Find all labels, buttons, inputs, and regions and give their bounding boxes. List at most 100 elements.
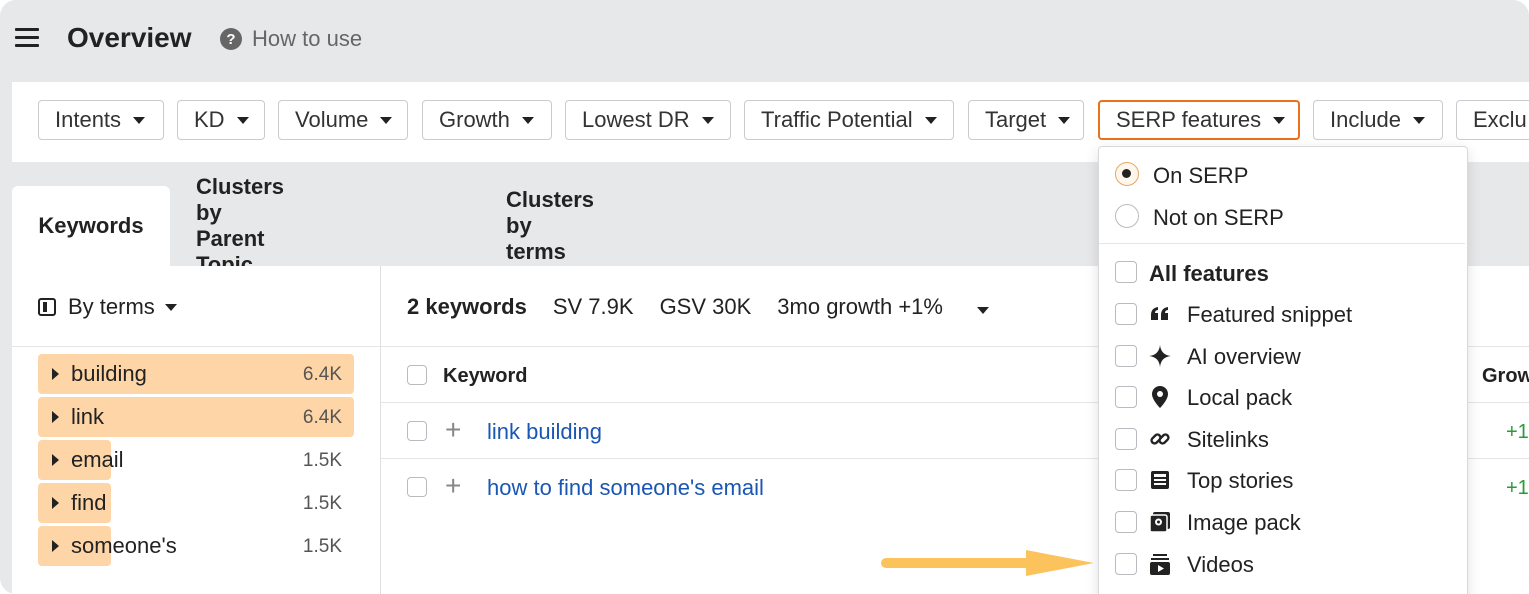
term-label: find: [71, 490, 107, 515]
column-header-growth[interactable]: Grow: [1482, 365, 1529, 388]
tab-keywords[interactable]: Keywords: [12, 186, 170, 266]
feature-checkbox[interactable]: [1115, 303, 1137, 325]
expand-caret-icon[interactable]: [52, 411, 59, 423]
not-on-serp-radio[interactable]: [1115, 204, 1139, 228]
filter-growth-button[interactable]: Growth: [422, 100, 552, 140]
all-features-checkbox[interactable]: [1115, 261, 1137, 283]
term-row-find[interactable]: find 1.5K: [38, 483, 354, 523]
term-row-someones[interactable]: someone's 1.5K: [38, 526, 354, 566]
sparkle-icon: [1149, 344, 1171, 367]
filter-label: Lowest DR: [582, 107, 690, 132]
link-icon: [1149, 428, 1171, 450]
feature-checkbox[interactable]: [1115, 552, 1137, 575]
term-row-building[interactable]: building 6.4K: [38, 354, 354, 394]
on-serp-radio[interactable]: [1115, 162, 1139, 186]
feature-checkbox[interactable]: [1115, 344, 1137, 367]
term-label: building: [71, 361, 147, 386]
expand-caret-icon[interactable]: [52, 497, 59, 509]
tab-clusters-by-terms[interactable]: Clusters by terms: [506, 186, 594, 266]
feature-checkbox[interactable]: [1115, 469, 1137, 492]
keyword-link[interactable]: how to find someone's email: [487, 475, 764, 501]
how-to-use-label: How to use: [252, 26, 363, 51]
caret-down-icon: [976, 307, 989, 314]
filter-serp-features-button[interactable]: SERP features: [1098, 100, 1300, 140]
divider: [12, 346, 380, 347]
filter-label: KD: [194, 107, 225, 132]
how-to-use-link[interactable]: ? How to use: [220, 26, 362, 52]
feature-label[interactable]: Featured snippet: [1187, 302, 1352, 328]
growth-metric-dropdown[interactable]: 3mo growth +1%: [777, 294, 989, 320]
annotation-arrow: [881, 550, 1094, 576]
filter-include-button[interactable]: Include: [1313, 100, 1443, 140]
term-label: someone's: [71, 533, 177, 558]
all-features-label[interactable]: All features: [1149, 261, 1269, 287]
caret-down-icon: [236, 116, 249, 124]
expand-caret-icon[interactable]: [52, 368, 59, 380]
filter-label: SERP features: [1116, 107, 1262, 132]
caret-down-icon: [133, 116, 146, 124]
term-volume: 6.4K: [302, 364, 342, 385]
caret-down-icon: [521, 116, 534, 124]
caret-down-icon: [380, 116, 393, 124]
feature-checkbox[interactable]: [1115, 386, 1137, 409]
news-icon: [1149, 469, 1171, 491]
filter-traffic-potential-button[interactable]: Traffic Potential: [744, 100, 954, 140]
feature-label[interactable]: Local pack: [1187, 385, 1292, 411]
feature-label[interactable]: Image pack: [1187, 510, 1301, 536]
row-checkbox[interactable]: [407, 421, 427, 441]
filter-label: Exclu: [1473, 107, 1527, 132]
serp-features-dropdown: On SERP Not on SERP All features Feature…: [1098, 146, 1468, 594]
quote-icon: [1149, 303, 1171, 325]
add-to-list-icon[interactable]: +: [445, 472, 461, 500]
caret-down-icon: [701, 116, 714, 124]
feature-checkbox[interactable]: [1115, 511, 1137, 533]
keyword-link[interactable]: link building: [487, 419, 602, 445]
filter-target-button[interactable]: Target: [968, 100, 1084, 140]
feature-label[interactable]: Top stories: [1187, 468, 1293, 494]
by-terms-label: By terms: [68, 294, 155, 319]
feature-label[interactable]: AI overview: [1187, 344, 1301, 370]
column-header-keyword[interactable]: Keyword: [443, 365, 527, 388]
growth-value: +1: [1506, 477, 1529, 499]
expand-caret-icon[interactable]: [52, 454, 59, 466]
term-volume: 1.5K: [302, 450, 342, 471]
on-serp-label[interactable]: On SERP: [1153, 163, 1248, 189]
gsv-metric: GSV 30K: [659, 294, 752, 319]
filter-intents-button[interactable]: Intents: [38, 100, 164, 140]
sv-metric: SV 7.9K: [552, 294, 634, 319]
tab-clusters-by-parent-topic[interactable]: Clusters by Parent Topic: [196, 174, 284, 277]
term-row-link[interactable]: link 6.4K: [38, 397, 354, 437]
term-label: link: [71, 404, 105, 429]
filter-label: Target: [985, 107, 1047, 132]
filter-kd-button[interactable]: KD: [177, 100, 265, 140]
filter-label: Intents: [55, 107, 122, 132]
app-window: Overview ? How to use Intents KD Volume …: [0, 0, 1529, 594]
term-volume: 1.5K: [302, 536, 342, 557]
add-to-list-icon[interactable]: +: [445, 416, 461, 444]
page-title: Overview: [67, 22, 192, 53]
filter-lowest-dr-button[interactable]: Lowest DR: [565, 100, 731, 140]
top-bar: Overview ? How to use: [0, 0, 1529, 80]
term-row-email[interactable]: email 1.5K: [38, 440, 354, 480]
hamburger-menu-icon[interactable]: [15, 28, 39, 48]
caret-down-icon: [1412, 116, 1425, 124]
feature-checkbox[interactable]: [1115, 427, 1137, 450]
filter-volume-button[interactable]: Volume: [278, 100, 408, 140]
expand-caret-icon[interactable]: [52, 540, 59, 552]
filter-exclude-button[interactable]: Exclu: [1456, 100, 1529, 140]
filter-label: Volume: [295, 107, 369, 132]
filter-label: Growth: [439, 107, 510, 132]
row-checkbox[interactable]: [407, 477, 427, 497]
sidebar-toggle-icon: [38, 298, 56, 316]
feature-label[interactable]: Sitelinks: [1187, 427, 1269, 453]
filter-label: Traffic Potential: [761, 107, 913, 132]
feature-label[interactable]: Videos: [1187, 552, 1254, 578]
keywords-summary: 2 keywords SV 7.9K GSV 30K 3mo growth +1…: [407, 294, 989, 320]
by-terms-dropdown[interactable]: By terms: [38, 294, 177, 320]
divider: [1099, 243, 1465, 244]
image-icon: [1149, 511, 1171, 533]
not-on-serp-label[interactable]: Not on SERP: [1153, 205, 1284, 231]
filter-label: Include: [1330, 107, 1401, 132]
growth-metric-label: 3mo growth +1%: [777, 294, 943, 319]
select-all-checkbox[interactable]: [407, 365, 427, 385]
